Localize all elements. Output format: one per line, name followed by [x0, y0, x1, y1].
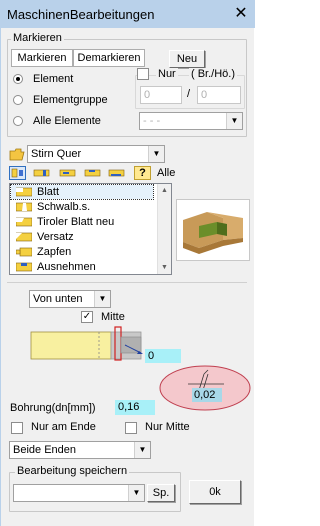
list-item[interactable]: Ausnehmen: [11, 260, 153, 274]
mitte-label: Mitte: [101, 311, 125, 323]
br-ho-label: ( Br./Hö.): [189, 68, 238, 80]
list-item[interactable]: Zapfen: [11, 245, 153, 259]
list-item-label: Blatt: [37, 186, 60, 198]
folder-icon[interactable]: [9, 148, 25, 161]
joint-preview-image: [176, 199, 250, 261]
chevron-down-icon[interactable]: ▼: [226, 113, 242, 129]
breite-input[interactable]: 0: [140, 86, 182, 104]
bohrung-value: 0,16: [118, 401, 140, 413]
list-item[interactable]: Schwalb.s.: [11, 200, 153, 214]
ends-combo[interactable]: Beide Enden ▼: [9, 441, 151, 459]
list-item-label: Schwalb.s.: [37, 201, 91, 213]
nur-label: Nur: [156, 68, 178, 80]
nur-mitte-checkbox[interactable]: [125, 422, 137, 434]
beam-diagram: [29, 325, 149, 373]
processing-icon-4[interactable]: [108, 166, 125, 180]
close-icon[interactable]: ✕: [231, 4, 251, 24]
processing-icon-2[interactable]: [59, 166, 76, 180]
chevron-down-icon[interactable]: ▼: [94, 291, 110, 307]
tiroler-blatt-icon: [15, 217, 33, 227]
chevron-down-icon[interactable]: ▼: [148, 146, 164, 162]
offset-value-field[interactable]: 0: [145, 349, 181, 363]
scroll-down-icon[interactable]: ▼: [158, 261, 171, 274]
list-item[interactable]: Versatz: [11, 230, 153, 244]
list-item-label: Tiroler Blatt neu: [37, 216, 115, 228]
type-combo-value: Stirn Quer: [31, 148, 82, 160]
hoehe-input[interactable]: 0: [197, 86, 241, 104]
help-icon[interactable]: ?: [134, 166, 151, 180]
slash-label: /: [187, 88, 191, 100]
markieren-button[interactable]: Markieren: [11, 49, 73, 67]
nur-am-ende-checkbox[interactable]: [11, 422, 23, 434]
speichern-sp-button[interactable]: Sp.: [147, 484, 175, 502]
schwalbe-icon: [15, 202, 33, 212]
direction-combo[interactable]: Von unten ▼: [29, 290, 111, 308]
direction-combo-value: Von unten: [33, 293, 83, 305]
processing-icon-3[interactable]: [84, 166, 101, 180]
radio-alle-elemente-label: Alle Elemente: [33, 115, 101, 127]
bohrung-label: Bohrung(dn[mm]): [10, 402, 96, 414]
nur-mitte-label: Nur Mitte: [145, 421, 190, 433]
alle-elemente-combo-value: - - -: [143, 115, 161, 127]
hole-diameter-bubble: 0,02: [158, 364, 252, 412]
list-item[interactable]: Tiroler Blatt neu: [11, 215, 153, 229]
processing-list[interactable]: Blatt Schwalb.s. Tiroler Blatt neu Versa…: [9, 183, 172, 275]
speichern-combo[interactable]: ▼: [13, 484, 145, 502]
alle-elemente-combo[interactable]: - - - ▼: [139, 112, 243, 130]
title-bar[interactable]: MaschinenBearbeitungen ✕: [1, 0, 255, 28]
demarkieren-button[interactable]: Demarkieren: [73, 49, 145, 67]
select-tool-icon[interactable]: [9, 166, 26, 180]
radio-element[interactable]: [13, 74, 23, 84]
ok-button[interactable]: 0k: [189, 480, 241, 504]
zapfen-icon: [15, 247, 33, 257]
markieren-group-title: Markieren: [11, 32, 64, 44]
radio-elementgruppe[interactable]: [13, 95, 23, 105]
mitte-checkbox[interactable]: ✓: [81, 311, 93, 323]
list-item-label: Ausnehmen: [37, 261, 96, 273]
hole-value-field[interactable]: 0,02: [192, 388, 222, 402]
offset-value: 0: [148, 350, 155, 362]
nur-checkbox[interactable]: [137, 68, 149, 80]
radio-elementgruppe-label: Elementgruppe: [33, 94, 108, 106]
blatt-icon: [15, 187, 33, 197]
divider: [7, 282, 247, 283]
chevron-down-icon[interactable]: ▼: [134, 442, 150, 458]
list-item-label: Zapfen: [37, 246, 72, 258]
type-combo[interactable]: Stirn Quer ▼: [27, 145, 165, 163]
nur-am-ende-label: Nur am Ende: [31, 421, 96, 433]
maschinen-bearbeitungen-window: MaschinenBearbeitungen ✕ Markieren Marki…: [0, 0, 255, 526]
versatz-icon: [15, 232, 33, 242]
hole-value: 0,02: [194, 389, 216, 401]
ausnehmen-icon: [15, 262, 33, 272]
list-item[interactable]: Blatt: [10, 184, 154, 200]
radio-element-label: Element: [33, 73, 74, 85]
window-title: MaschinenBearbeitungen: [7, 7, 155, 22]
speichern-group-title: Bearbeitung speichern: [15, 465, 130, 477]
list-scrollbar[interactable]: ▲ ▼: [157, 184, 171, 274]
scroll-up-icon[interactable]: ▲: [158, 184, 171, 197]
alle-label: Alle: [157, 167, 176, 179]
chevron-down-icon[interactable]: ▼: [128, 485, 144, 501]
radio-alle-elemente[interactable]: [13, 116, 23, 126]
ends-combo-value: Beide Enden: [13, 444, 76, 456]
bohrung-input[interactable]: 0,16: [115, 400, 155, 415]
processing-icon-1[interactable]: [33, 166, 50, 180]
neu-button[interactable]: Neu: [169, 50, 205, 68]
list-item-label: Versatz: [37, 231, 74, 243]
